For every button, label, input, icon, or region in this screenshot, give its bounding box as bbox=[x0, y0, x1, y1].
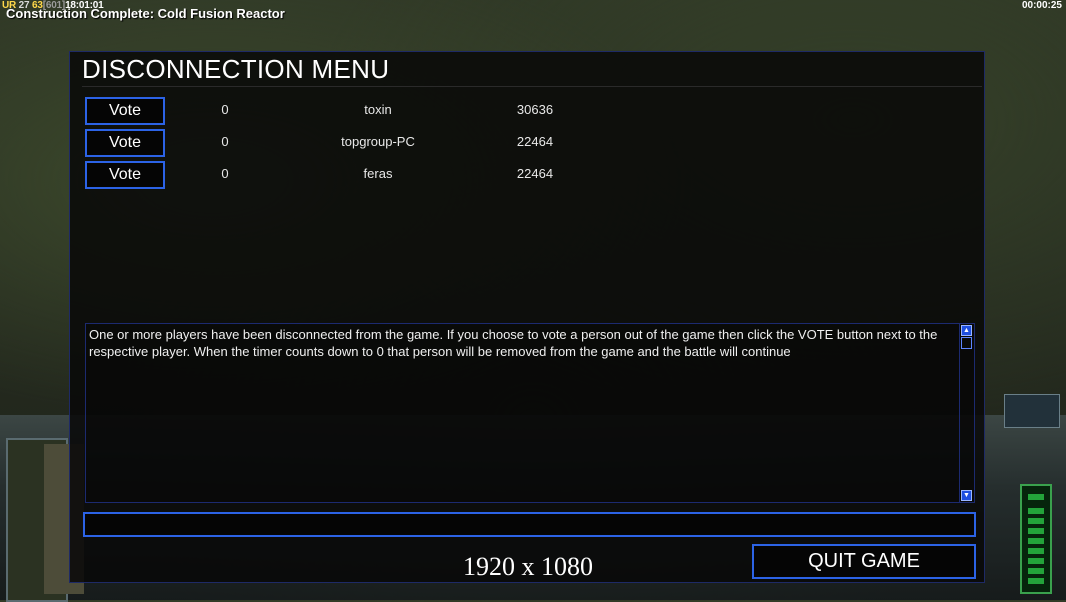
message-scrollbar[interactable]: ▲ ▼ bbox=[959, 324, 974, 502]
power-meter bbox=[1020, 484, 1052, 594]
power-meter-bar bbox=[1028, 508, 1044, 514]
vote-count: 0 bbox=[221, 102, 229, 117]
vote-count: 0 bbox=[221, 134, 229, 149]
player-name: toxin bbox=[364, 102, 392, 117]
vote-button[interactable]: Vote bbox=[85, 97, 165, 125]
chat-input[interactable] bbox=[83, 512, 976, 537]
player-name: feras bbox=[363, 166, 393, 181]
scroll-thumb[interactable] bbox=[961, 337, 972, 349]
resolution-label: 1920 x 1080 bbox=[463, 552, 593, 581]
power-meter-bar bbox=[1028, 568, 1044, 574]
vote-button[interactable]: Vote bbox=[85, 161, 165, 189]
message-box: One or more players have been disconnect… bbox=[85, 323, 975, 503]
menu-title: DISCONNECTION MENU bbox=[82, 54, 390, 84]
player-row: Vote 0 topgroup-PC 22464 bbox=[85, 129, 565, 157]
player-timer: 30636 bbox=[516, 102, 554, 117]
scroll-up-icon[interactable]: ▲ bbox=[961, 325, 972, 336]
disconnection-menu: DISCONNECTION MENU Vote 0 toxin 30636 Vo… bbox=[69, 51, 985, 583]
player-timer: 22464 bbox=[516, 166, 554, 181]
power-meter-bar bbox=[1028, 528, 1044, 534]
power-meter-bar bbox=[1028, 538, 1044, 544]
disconnect-message: One or more players have been disconnect… bbox=[89, 327, 938, 359]
vote-count: 0 bbox=[221, 166, 229, 181]
power-meter-bar bbox=[1028, 578, 1044, 584]
unit-portrait-icon[interactable] bbox=[1004, 394, 1060, 428]
power-meter-bar bbox=[1028, 558, 1044, 564]
power-meter-bar bbox=[1028, 548, 1044, 554]
player-row: Vote 0 toxin 30636 bbox=[85, 97, 565, 125]
vote-button[interactable]: Vote bbox=[85, 129, 165, 157]
power-meter-bar bbox=[1028, 518, 1044, 524]
match-clock: 00:00:25 bbox=[1021, 0, 1062, 11]
title-divider bbox=[82, 86, 982, 87]
quit-game-button[interactable]: QUIT GAME bbox=[752, 544, 976, 579]
construction-notification: Construction Complete: Cold Fusion React… bbox=[6, 6, 285, 21]
player-timer: 22464 bbox=[516, 134, 554, 149]
player-row: Vote 0 feras 22464 bbox=[85, 161, 565, 189]
power-meter-top-icon bbox=[1028, 494, 1044, 500]
player-name: topgroup-PC bbox=[341, 134, 415, 149]
scroll-down-icon[interactable]: ▼ bbox=[961, 490, 972, 501]
